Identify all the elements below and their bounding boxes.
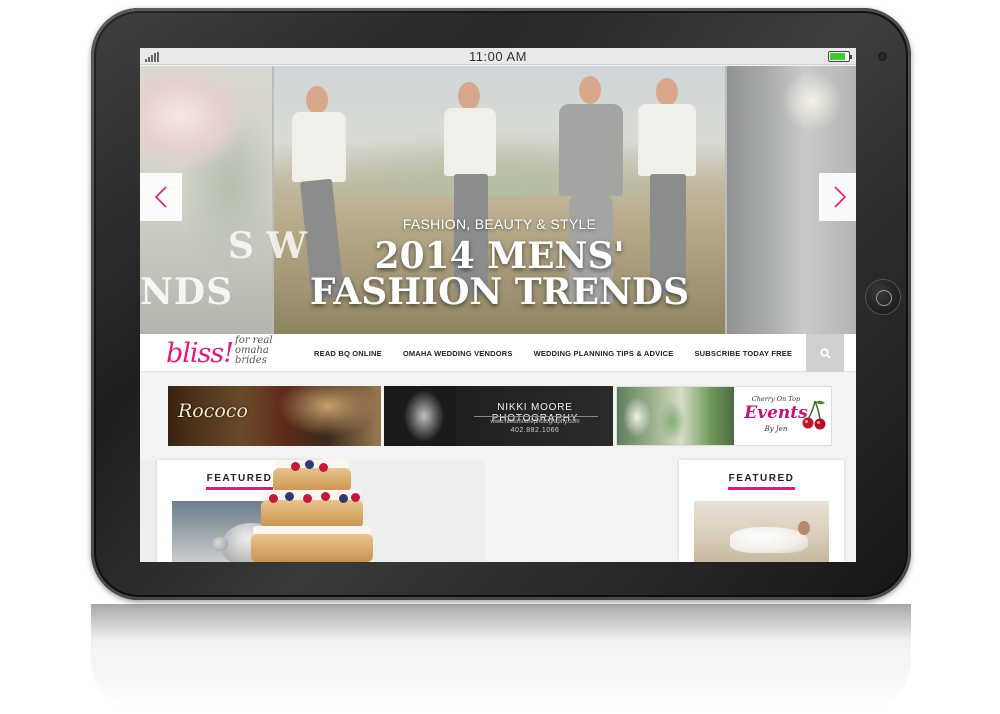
- hero-slide-previous-text: NDS: [140, 271, 234, 313]
- content-area: FEATURED FEATURED: [140, 460, 856, 562]
- ad-cherry-on-top-events[interactable]: Cherry On Top Events By Jen: [616, 386, 832, 446]
- featured-label: FEATURED: [728, 473, 795, 484]
- bride-figure: [730, 527, 808, 553]
- status-bar: 11:00 AM: [140, 48, 856, 65]
- ad-rococo[interactable]: Rococo: [168, 386, 381, 446]
- search-button[interactable]: [806, 334, 844, 372]
- logo-tagline-line: brides: [235, 355, 267, 366]
- site-logo[interactable]: bliss! for real omaha brides: [166, 336, 286, 370]
- main-nav: bliss! for real omaha brides READ BQ ONL…: [140, 334, 856, 372]
- cake-illustration: [245, 460, 375, 562]
- ad-strip: Rococo NIKKI MOORE PHOTOGRAPHY www.nikki…: [140, 372, 856, 460]
- featured-underline: [728, 487, 795, 490]
- bride-head: [798, 521, 810, 535]
- ad-divider: [474, 416, 598, 417]
- nav-item-subscribe[interactable]: SUBSCRIBE TODAY FREE: [694, 349, 792, 358]
- hero-slider[interactable]: NDS FASHION, BEAUTY & STYLE 2014 MENS' F…: [140, 66, 856, 334]
- nav-item-omaha-wedding-vendors[interactable]: OMAHA WEDDING VENDORS: [403, 349, 513, 358]
- battery-icon: [828, 51, 852, 62]
- cherry-icon: [802, 400, 826, 430]
- ad-wedding-party-photo: [617, 387, 734, 445]
- nav-item-read-bq-online[interactable]: READ BQ ONLINE: [314, 349, 382, 358]
- hero-previous-button[interactable]: [140, 173, 182, 221]
- hero-next-button[interactable]: [819, 173, 856, 221]
- search-icon: [819, 347, 831, 359]
- chevron-right-icon: [834, 186, 847, 208]
- logo-tagline: for real omaha brides: [235, 336, 291, 366]
- tablet-reflection: [91, 604, 911, 709]
- ad-rococo-logo: Rococo: [178, 400, 248, 422]
- ad-nikki-phone: 402.882.1066: [510, 427, 560, 434]
- featured-card-right[interactable]: FEATURED: [679, 460, 844, 562]
- hero-title-line-2: FASHION TRENDS: [309, 271, 690, 313]
- chevron-left-icon: [154, 186, 167, 208]
- piggy-snout: [212, 537, 228, 551]
- ad-nikki-url: www.nikkimoorephotography.com: [490, 419, 580, 425]
- hero-caption: FASHION, BEAUTY & STYLE 2014 MENS' FASHI…: [274, 216, 725, 310]
- battery-level: [830, 53, 845, 60]
- camera-icon: [878, 52, 887, 61]
- logo-wordmark: bliss!: [166, 338, 234, 369]
- hero-title-line-1: 2014 MENS': [374, 235, 625, 277]
- screen: 11:00 AM NDS FASHION, BEAUTY & STYLE 201…: [140, 48, 856, 562]
- nav-item-wedding-planning-tips[interactable]: WEDDING PLANNING TIPS & ADVICE: [534, 349, 674, 358]
- hero-title[interactable]: 2014 MENS' FASHION TRENDS: [274, 238, 725, 310]
- hero-kicker: FASHION, BEAUTY & STYLE: [402, 216, 597, 232]
- featured-image-bride[interactable]: [694, 501, 829, 562]
- home-button[interactable]: [866, 280, 900, 314]
- ad-nikki-moore-photography[interactable]: NIKKI MOORE PHOTOGRAPHY www.nikkimooreph…: [384, 386, 613, 446]
- status-time: 11:00 AM: [469, 49, 527, 64]
- nav-menu: READ BQ ONLINE OMAHA WEDDING VENDORS WED…: [314, 334, 813, 372]
- ad-bride-photo: [384, 386, 456, 446]
